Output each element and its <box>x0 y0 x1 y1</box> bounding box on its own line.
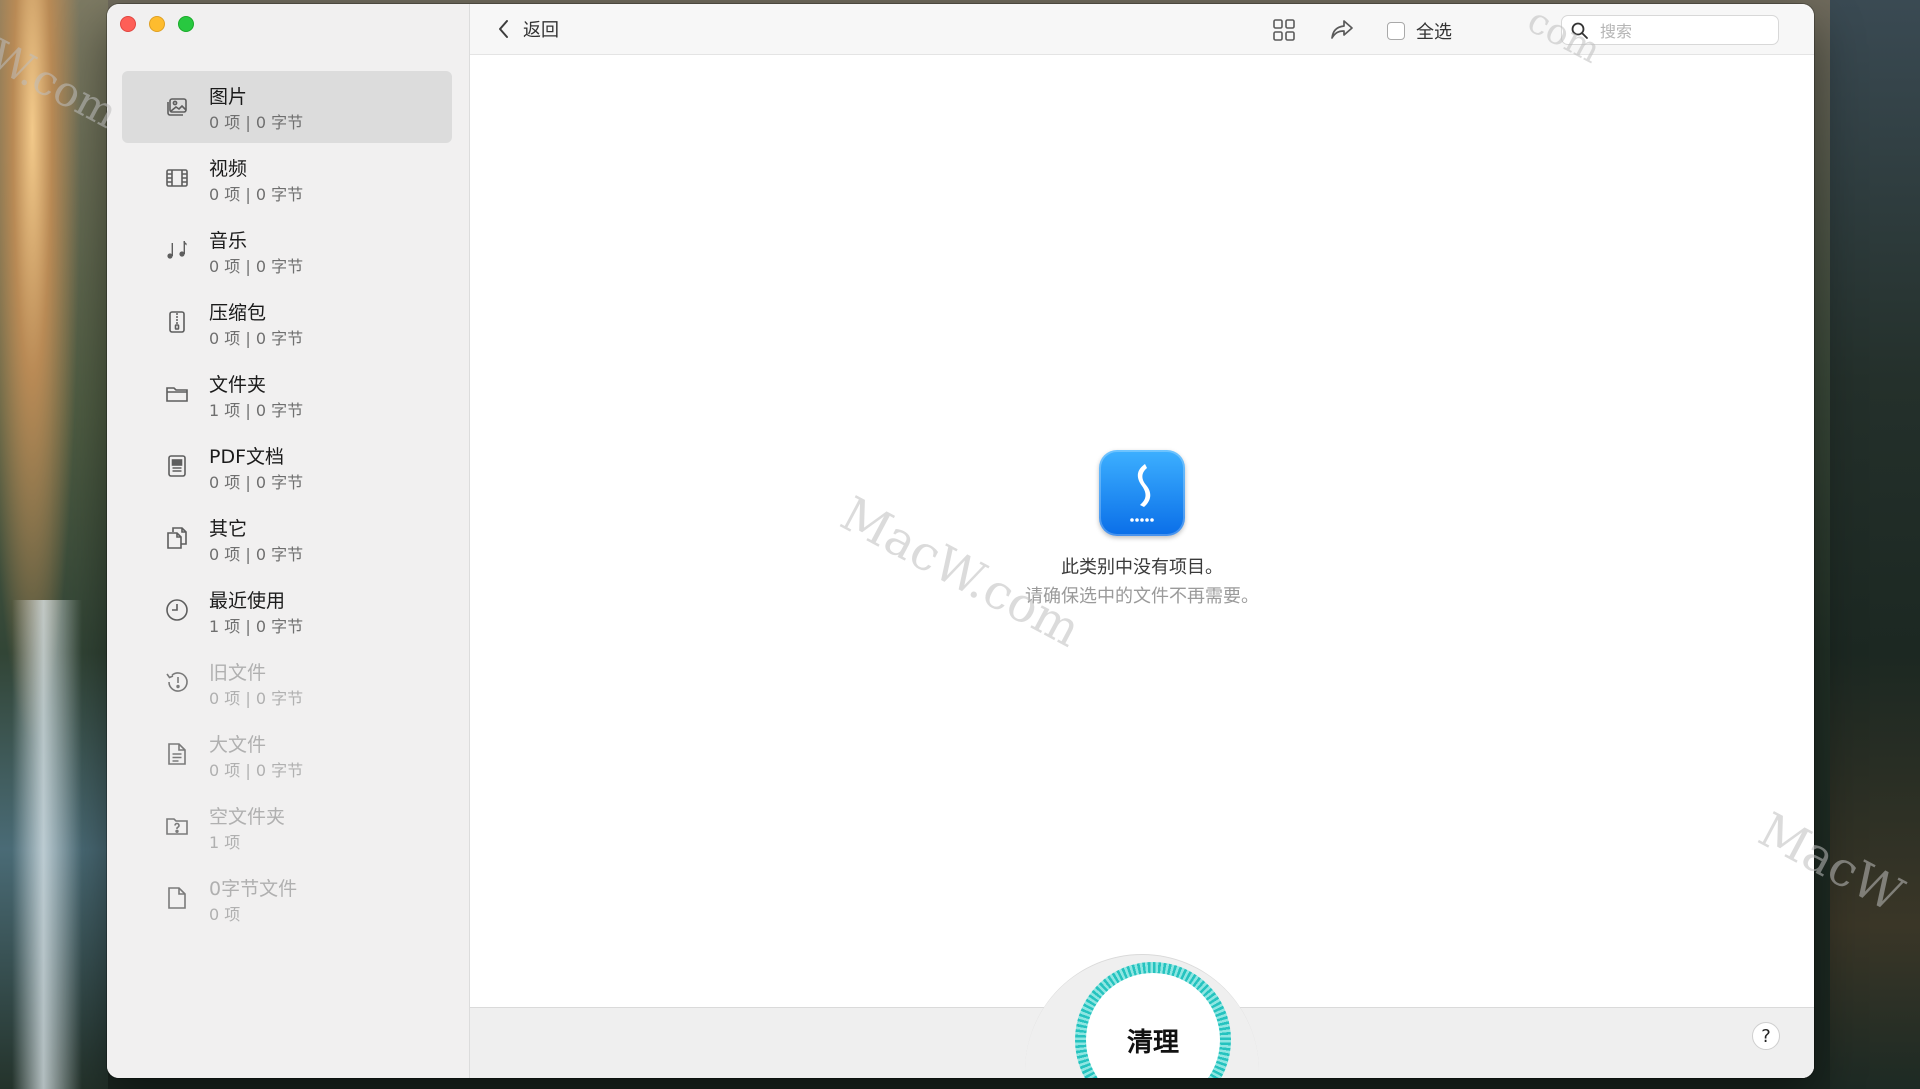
documents-icon <box>164 525 190 551</box>
zip-archive-icon <box>164 309 190 335</box>
empty-folder-icon <box>164 813 190 839</box>
sidebar-item-stat: 1 项 | 0 字节 <box>209 401 304 420</box>
minimize-window-button[interactable] <box>149 16 165 32</box>
sidebar-item-label: 文件夹 <box>209 374 267 396</box>
blank-file-icon <box>164 885 190 911</box>
desktop-background-right <box>1830 0 1920 1089</box>
sidebar-item-stat: 1 项 <box>209 833 241 852</box>
category-list: 图片 0 项 | 0 字节 视频 0 项 | 0 字节 音乐 0 项 | 0 字… <box>122 71 452 935</box>
clock-icon <box>164 597 190 623</box>
empty-state-title: 此类别中没有项目。 <box>1061 557 1223 578</box>
help-button[interactable]: ? <box>1752 1022 1780 1050</box>
clean-button-face[interactable]: 清理 <box>1086 973 1220 1078</box>
desktop-waterfall <box>12 600 82 1089</box>
sidebar-item-music[interactable]: 音乐 0 项 | 0 字节 <box>122 215 452 287</box>
window-controls <box>120 16 194 32</box>
main-content: 此类别中没有项目。 请确保选中的文件不再需要。 清理 ? <box>470 55 1814 1078</box>
chevron-left-icon <box>495 17 513 41</box>
sidebar-item-stat: 0 项 | 0 字节 <box>209 761 304 780</box>
back-button[interactable]: 返回 <box>495 16 559 42</box>
share-arrow-icon[interactable] <box>1329 17 1355 43</box>
sidebar-item-label: 最近使用 <box>209 590 286 612</box>
film-icon <box>164 165 190 191</box>
sidebar-item-pictures[interactable]: 图片 0 项 | 0 字节 <box>122 71 452 143</box>
photo-icon <box>164 93 190 119</box>
pdf-document-icon <box>164 453 190 479</box>
app-logo-icon <box>1099 450 1185 536</box>
app-window: 图片 0 项 | 0 字节 视频 0 项 | 0 字节 音乐 0 项 | 0 字… <box>107 4 1814 1078</box>
select-all-label: 全选 <box>1416 22 1452 43</box>
sidebar-item-label: 大文件 <box>209 734 267 756</box>
sidebar-item-label: 0字节文件 <box>209 878 298 900</box>
select-all-checkbox[interactable]: 全选 <box>1387 18 1452 44</box>
sidebar-item-label: 音乐 <box>209 230 248 252</box>
sidebar-item-label: 其它 <box>209 518 248 540</box>
empty-state-subtitle: 请确保选中的文件不再需要。 <box>1025 586 1259 607</box>
sidebar-item-label: 压缩包 <box>209 302 267 324</box>
grid-view-icon[interactable] <box>1271 17 1297 43</box>
sidebar-item-stat: 0 项 | 0 字节 <box>209 113 304 132</box>
sidebar-item-large-files[interactable]: 大文件 0 项 | 0 字节 <box>122 719 452 791</box>
sidebar-item-videos[interactable]: 视频 0 项 | 0 字节 <box>122 143 452 215</box>
sidebar-item-label: 空文件夹 <box>209 806 286 828</box>
large-file-icon <box>164 741 190 767</box>
sidebar-item-stat: 0 项 | 0 字节 <box>209 329 304 348</box>
search-icon <box>1570 21 1589 40</box>
sidebar-item-label: 旧文件 <box>209 662 267 684</box>
sidebar-item-old-files[interactable]: 旧文件 0 项 | 0 字节 <box>122 647 452 719</box>
sidebar-item-stat: 1 项 | 0 字节 <box>209 617 304 636</box>
sidebar-item-zero-byte-files[interactable]: 0字节文件 0 项 <box>122 863 452 935</box>
folder-icon <box>164 381 190 407</box>
sidebar-item-label: 图片 <box>209 86 248 108</box>
sidebar-item-stat: 0 项 | 0 字节 <box>209 185 304 204</box>
sidebar-item-stat: 0 项 <box>209 905 241 924</box>
clean-button-label: 清理 <box>1126 1027 1179 1058</box>
sidebar-item-recent[interactable]: 最近使用 1 项 | 0 字节 <box>122 575 452 647</box>
sidebar-item-empty-folders[interactable]: 空文件夹 1 项 <box>122 791 452 863</box>
sidebar-item-label: 视频 <box>209 158 248 180</box>
toolbar: 返回 全选 <box>470 4 1814 55</box>
history-icon <box>164 669 190 695</box>
sidebar-item-stat: 0 项 | 0 字节 <box>209 473 304 492</box>
sidebar-item-stat: 0 项 | 0 字节 <box>209 689 304 708</box>
music-note-icon <box>164 237 190 263</box>
sidebar: 图片 0 项 | 0 字节 视频 0 项 | 0 字节 音乐 0 项 | 0 字… <box>107 4 470 1078</box>
sidebar-item-label: PDF文档 <box>209 446 285 468</box>
search-box[interactable] <box>1561 15 1779 45</box>
sidebar-item-stat: 0 项 | 0 字节 <box>209 257 304 276</box>
close-window-button[interactable] <box>120 16 136 32</box>
sidebar-item-archives[interactable]: 压缩包 0 项 | 0 字节 <box>122 287 452 359</box>
zoom-window-button[interactable] <box>178 16 194 32</box>
sidebar-item-other[interactable]: 其它 0 项 | 0 字节 <box>122 503 452 575</box>
sidebar-item-folders[interactable]: 文件夹 1 项 | 0 字节 <box>122 359 452 431</box>
search-input[interactable] <box>1598 20 1772 42</box>
back-label: 返回 <box>523 20 559 41</box>
checkbox-box[interactable] <box>1387 22 1405 40</box>
sidebar-item-pdf[interactable]: PDF文档 0 项 | 0 字节 <box>122 431 452 503</box>
sidebar-item-stat: 0 项 | 0 字节 <box>209 545 304 564</box>
